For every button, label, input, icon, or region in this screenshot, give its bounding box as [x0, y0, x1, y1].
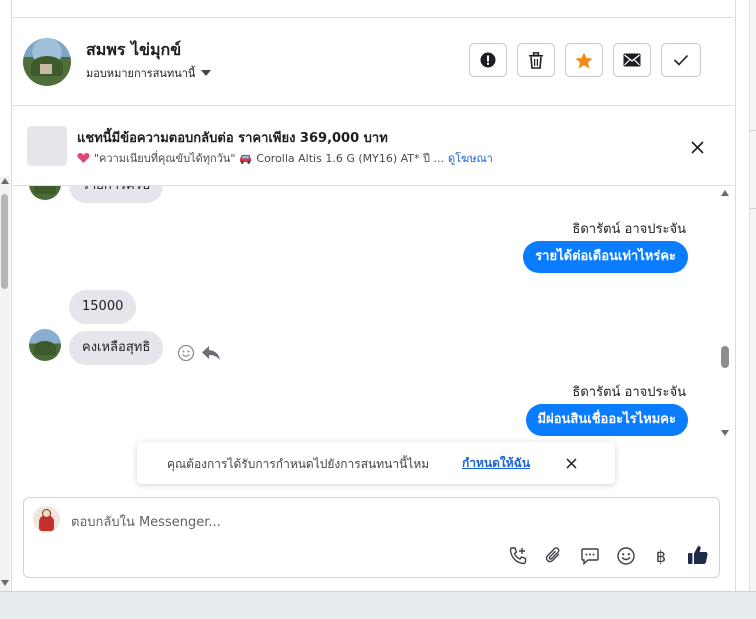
chat-scrollbar-thumb[interactable] — [721, 346, 729, 368]
sender-name: ธิดารัตน์ อาจประจัน — [572, 385, 686, 400]
car-icon — [240, 154, 252, 164]
alert-circle-icon — [480, 52, 496, 68]
emoji-icon — [617, 547, 635, 565]
ad-model: Corolla Altis 1.6 G (MY16) AT* ปี ... — [256, 152, 444, 165]
star-button[interactable] — [565, 43, 603, 77]
outer-scroll-up-icon[interactable] — [1, 178, 9, 184]
mark-unread-button[interactable] — [613, 43, 651, 77]
call-button[interactable] — [507, 545, 529, 567]
incoming-message[interactable]: รายการครับ — [69, 186, 163, 203]
payment-button[interactable]: ฿ — [650, 545, 672, 567]
mark-spam-button[interactable] — [469, 43, 507, 77]
ad-thumbnail[interactable] — [27, 126, 67, 166]
chat-scroll-down-icon[interactable] — [721, 430, 729, 436]
outgoing-message[interactable]: รายได้ต่อเดือนเท่าไหร่คะ — [523, 241, 688, 273]
react-emoji-icon[interactable] — [177, 344, 195, 362]
header-divider — [11, 105, 734, 106]
panel-top-divider — [11, 17, 734, 18]
phone-icon — [509, 547, 527, 565]
my-avatar — [33, 506, 60, 533]
contact-avatar[interactable] — [23, 38, 71, 86]
assign-prompt-text: คุณต้องการได้รับการกำหนดไปยังการสนทนานี้… — [167, 457, 430, 471]
incoming-message[interactable]: 15000 — [69, 290, 137, 324]
contact-message-avatar — [29, 186, 61, 200]
outer-scroll-down-icon[interactable] — [1, 580, 9, 586]
assign-to-me-link[interactable]: กำหนดให้ฉัน — [462, 454, 530, 473]
emoji-button[interactable] — [615, 545, 637, 567]
ad-title: แชทนี้มีข้อความตอบกลับต่อ ราคาเพียง 369,… — [77, 131, 388, 146]
assign-prompt-banner: คุณต้องการได้รับการกำหนดไปยังการสนทนานี้… — [137, 442, 615, 484]
saved-reply-icon — [581, 548, 599, 566]
paperclip-icon — [545, 547, 560, 563]
trash-icon — [529, 51, 543, 69]
delete-button[interactable] — [517, 43, 555, 77]
contact-name[interactable]: สมพร ไข่มุกข์ — [86, 38, 181, 63]
contact-message-avatar — [29, 329, 61, 361]
close-icon — [690, 140, 704, 154]
close-ad-button[interactable] — [686, 136, 708, 158]
saved-replies-button[interactable] — [579, 545, 601, 567]
chat-scrollbar[interactable] — [718, 186, 732, 440]
star-icon — [575, 52, 593, 68]
outer-scrollbar[interactable] — [0, 176, 10, 591]
incoming-message[interactable]: คงเหลือสุทธิ — [69, 331, 164, 365]
reply-arrow-icon[interactable] — [201, 344, 221, 362]
checkmark-icon — [673, 54, 689, 66]
envelope-icon — [623, 53, 641, 67]
outer-scrollbar-thumb[interactable] — [1, 194, 8, 289]
message-list[interactable]: รายการครับ ธิดารัตน์ อาจประจัน รายได้ต่อ… — [11, 186, 717, 440]
ad-subtitle: "ความเนียบที่คุณขับได้ทุกวัน" Corolla Al… — [77, 149, 493, 167]
attach-button[interactable] — [543, 545, 565, 567]
mark-done-button[interactable] — [661, 43, 701, 77]
ad-tagline: "ความเนียบที่คุณขับได้ทุกวัน" — [94, 152, 236, 165]
caret-down-icon — [201, 70, 212, 76]
view-ad-link[interactable]: ดูโฆษณา — [448, 149, 493, 167]
thumbs-up-icon — [688, 546, 708, 564]
right-side-panel-edge — [749, 0, 756, 591]
close-icon — [565, 457, 577, 469]
window-bottom-bar — [0, 591, 756, 619]
assign-label: มอบหมายการสนทนานี้ — [86, 67, 196, 80]
reply-input[interactable] — [71, 512, 671, 532]
sender-name: ธิดารัตน์ อาจประจัน — [572, 222, 686, 237]
close-banner-button[interactable] — [562, 454, 580, 472]
baht-icon: ฿ — [655, 546, 667, 566]
assign-conversation-dropdown[interactable]: มอบหมายการสนทนานี้ — [86, 64, 212, 82]
like-button[interactable] — [686, 543, 710, 567]
chat-scroll-up-icon[interactable] — [721, 190, 729, 196]
outgoing-message[interactable]: มีผ่อนสินเชื่ออะไรไหมคะ — [525, 404, 688, 436]
heart-ribbon-icon — [77, 153, 90, 163]
